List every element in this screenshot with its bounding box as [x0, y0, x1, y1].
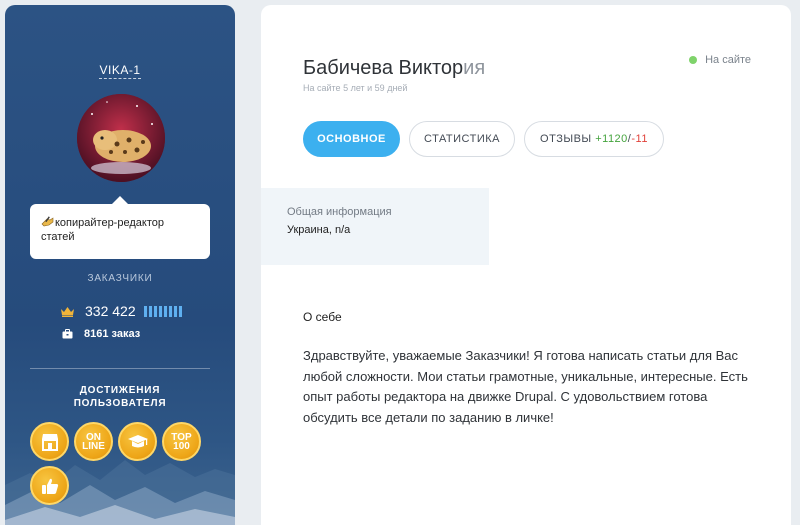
role-card: копирайтер-редактор статей — [30, 196, 210, 259]
orders-row: 8161 заказ — [62, 328, 140, 340]
sidebar-divider — [30, 368, 210, 369]
status-dot-icon — [689, 56, 698, 64]
general-info-label: Общая информация — [287, 206, 392, 218]
avatar[interactable] — [77, 94, 165, 182]
reviews-negative: -11 — [631, 133, 648, 145]
rating-value: 332 422 — [85, 303, 136, 319]
achievement-badges: ON LINE TOP 100 — [30, 422, 210, 505]
rating-level-bars — [143, 305, 182, 317]
thumbs-up-icon[interactable] — [30, 466, 69, 505]
briefcase-icon — [62, 329, 73, 339]
tab-reviews[interactable]: ОТЗЫВЫ +1120/-11 — [524, 121, 664, 157]
orders-count: 8161 заказ — [84, 328, 141, 340]
username-link[interactable]: VIKA-1 — [5, 63, 235, 79]
rating-row: 332 422 — [60, 303, 182, 319]
shop-badge-icon[interactable] — [30, 422, 69, 461]
graduation-cap-icon[interactable] — [118, 422, 157, 461]
section-label-customers: ЗАКАЗЧИКИ — [87, 273, 153, 284]
reviews-positive: +1120 — [595, 133, 628, 145]
about-text: Здравствуйте, уважаемые Заказчики! Я гот… — [303, 348, 748, 425]
top100-badge-icon[interactable]: TOP 100 — [162, 422, 201, 461]
profile-sidebar: VIKA-1 копирайтер-редактор статей ЗАКАЗЧ… — [5, 5, 235, 525]
about-title: О себе — [303, 310, 342, 324]
profile-tabs: ОСНОВНОЕ СТАТИСТИКА ОТЗЫВЫ +1120/-11 — [303, 121, 664, 157]
tab-statistics[interactable]: СТАТИСТИКА — [409, 121, 515, 157]
writer-hand-icon — [41, 216, 54, 227]
online-status: На сайте — [689, 54, 751, 66]
member-since: На сайте 5 лет и 59 дней — [303, 83, 408, 93]
online-badge-icon[interactable]: ON LINE — [74, 422, 113, 461]
location-value: Украина, n/a — [287, 224, 351, 236]
page-title: Бабичева Виктория — [303, 57, 486, 79]
status-text: На сайте — [705, 54, 751, 66]
achievements-title: ДОСТИЖЕНИЯ ПОЛЬЗОВАТЕЛЯ — [73, 385, 167, 409]
profile-main-panel: Бабичева Виктория На сайте 5 лет и 59 дн… — [261, 5, 791, 525]
tab-main[interactable]: ОСНОВНОЕ — [303, 121, 400, 157]
general-info-box: Общая информация Украина, n/a — [261, 188, 489, 265]
role-text: копирайтер-редактор статей — [41, 217, 164, 243]
crown-icon — [61, 306, 74, 317]
